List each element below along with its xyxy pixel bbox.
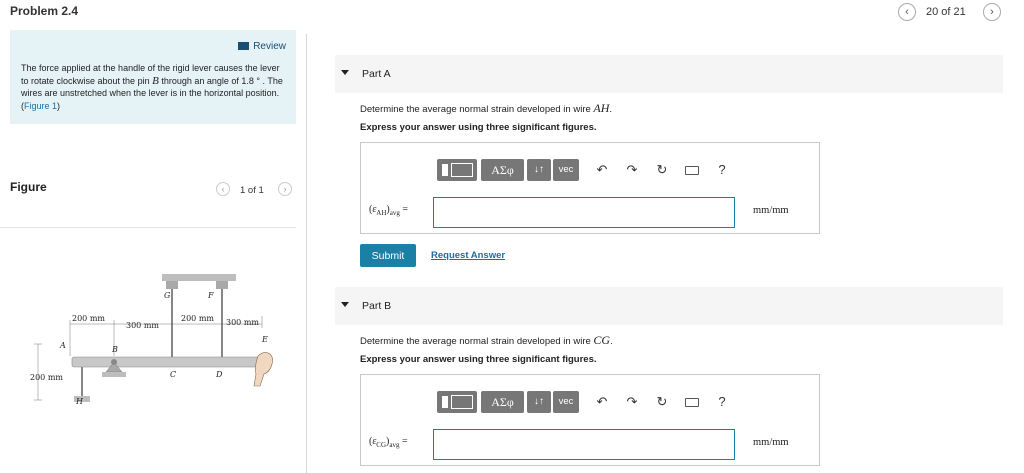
greek-button[interactable]: ΑΣφ xyxy=(481,159,524,181)
vec-button[interactable]: vec xyxy=(553,159,579,181)
request-answer-link[interactable]: Request Answer xyxy=(431,250,505,261)
part-a-question: Determine the average normal strain deve… xyxy=(360,101,612,116)
part-a-unit: mm/mm xyxy=(753,205,789,216)
wire-symbol: CG xyxy=(593,333,611,347)
label-c: C xyxy=(170,370,176,379)
chevron-left-icon: ‹ xyxy=(905,6,909,18)
part-b-question: Determine the average normal strain deve… xyxy=(360,333,613,348)
part-b-answer-input[interactable] xyxy=(433,429,735,460)
var-avg: avg xyxy=(389,209,400,217)
pin-base xyxy=(102,372,126,377)
part-a-title: Part A xyxy=(362,68,391,80)
label-b: B xyxy=(111,345,118,354)
var-subscript: AH xyxy=(376,209,387,217)
label-g: G xyxy=(164,291,171,300)
book-icon xyxy=(238,42,250,50)
part-a-instruction: Express your answer using three signific… xyxy=(360,122,597,133)
redo-icon[interactable]: ↷ xyxy=(623,161,641,179)
part-b-answer-box: ΑΣφ ↓↑ vec ↶ ↷ ↻ ? (εCG)avg = mm/mm xyxy=(360,374,820,466)
angle-value: 1.8 xyxy=(241,75,254,86)
label-h: H xyxy=(75,397,84,406)
reset-icon[interactable]: ↻ xyxy=(653,393,671,411)
next-problem-button[interactable]: › xyxy=(983,3,1001,21)
chevron-right-icon: › xyxy=(990,6,994,18)
label-e: E xyxy=(261,335,268,344)
question-end: . xyxy=(609,104,613,115)
label-d: D xyxy=(215,370,223,379)
templates-button[interactable] xyxy=(437,159,477,181)
lever-bar xyxy=(71,356,263,368)
problem-title: Problem 2.4 xyxy=(10,4,79,18)
dim-de: 300 mm xyxy=(226,318,259,327)
undo-icon[interactable]: ↶ xyxy=(593,161,611,179)
help-icon[interactable]: ? xyxy=(713,393,731,411)
part-b-title: Part B xyxy=(362,300,392,312)
sort-button[interactable]: ↓↑ xyxy=(527,159,551,181)
figure-prev-button[interactable]: ‹ xyxy=(216,182,230,196)
problem-statement: Review The force applied at the handle o… xyxy=(10,30,296,124)
top-bar: Problem 2.4 ‹ 20 of 21 › xyxy=(0,0,1024,24)
redo-icon[interactable]: ↷ xyxy=(623,393,641,411)
label-f: F xyxy=(207,291,214,300)
label-a: A xyxy=(59,341,66,350)
sort-button[interactable]: ↓↑ xyxy=(527,391,551,413)
part-a-header[interactable]: Part A xyxy=(335,55,1003,93)
column-divider xyxy=(306,34,307,473)
question-end: . xyxy=(610,336,613,347)
chevron-left-icon: ‹ xyxy=(221,184,225,194)
figure-next-button[interactable]: › xyxy=(278,182,292,196)
var-subscript: CG xyxy=(376,441,387,449)
part-a-answer-box: ΑΣφ ↓↑ vec ↶ ↷ ↻ ? (εAH)avg = mm/mm xyxy=(360,142,820,234)
lever-diagram: 200 mm 300 mm 200 mm 300 mm 200 mm G F A… xyxy=(30,274,273,406)
part-b-unit: mm/mm xyxy=(753,437,789,448)
review-link[interactable]: Review xyxy=(238,41,286,52)
dim-cd: 200 mm xyxy=(181,314,214,323)
pin-symbol: B xyxy=(152,74,159,87)
vec-button[interactable]: vec xyxy=(553,391,579,413)
help-icon[interactable]: ? xyxy=(713,161,731,179)
var-avg: avg xyxy=(389,441,400,449)
dim-bc: 300 mm xyxy=(126,321,159,330)
bracket-g xyxy=(166,281,178,289)
question-text: Determine the average normal strain deve… xyxy=(360,104,594,115)
wire-symbol: AH xyxy=(593,101,610,115)
submit-button[interactable]: Submit xyxy=(360,244,416,267)
caret-down-icon xyxy=(341,70,349,75)
statement-part: ) xyxy=(57,100,61,111)
page-counter: 20 of 21 xyxy=(926,6,966,18)
review-label: Review xyxy=(253,41,286,52)
part-b-variable: (εCG)avg = xyxy=(369,436,408,449)
part-b-header[interactable]: Part B xyxy=(335,287,1003,325)
greek-button[interactable]: ΑΣφ xyxy=(481,391,524,413)
figure-link[interactable]: Figure 1 xyxy=(24,101,57,111)
equals-sign: = xyxy=(401,436,408,447)
keyboard-icon[interactable] xyxy=(683,393,701,411)
part-b-instruction: Express your answer using three signific… xyxy=(360,354,597,365)
question-text: Determine the average normal strain deve… xyxy=(360,336,594,347)
bracket-f xyxy=(216,281,228,289)
caret-down-icon xyxy=(341,302,349,307)
equals-sign: = xyxy=(402,204,409,215)
chevron-right-icon: › xyxy=(283,184,287,194)
part-a-variable: (εAH)avg = xyxy=(369,204,409,217)
ceiling-support xyxy=(162,274,236,281)
part-a-answer-input[interactable] xyxy=(433,197,735,228)
prev-problem-button[interactable]: ‹ xyxy=(898,3,916,21)
figure-counter: 1 of 1 xyxy=(240,185,264,196)
templates-button[interactable] xyxy=(437,391,477,413)
undo-icon[interactable]: ↶ xyxy=(593,393,611,411)
reset-icon[interactable]: ↻ xyxy=(653,161,671,179)
figure-heading: Figure xyxy=(10,180,47,194)
pin-b xyxy=(111,359,117,365)
statement-part: through an angle of xyxy=(158,75,242,86)
figure-divider xyxy=(0,227,296,228)
statement-text: The force applied at the handle of the r… xyxy=(21,62,287,112)
keyboard-icon[interactable] xyxy=(683,161,701,179)
dim-ab: 200 mm xyxy=(72,314,105,323)
dim-ah: 200 mm xyxy=(30,373,63,382)
